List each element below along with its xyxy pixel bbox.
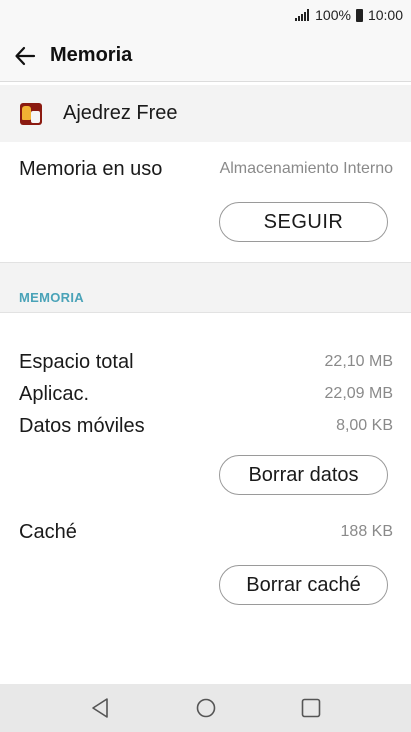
stat-row-app: Aplicac. 22,09 MB <box>19 378 393 410</box>
circle-home-icon <box>196 698 216 718</box>
storage-label: Memoria en uso <box>19 157 163 180</box>
memory-stats: Espacio total 22,10 MB Aplicac. 22,09 MB… <box>19 346 393 442</box>
app-name: Ajedrez Free <box>63 102 178 124</box>
clear-data-button[interactable]: Borrar datos <box>219 455 388 495</box>
stat-label: Aplicac. <box>19 382 90 405</box>
stat-label: Datos móviles <box>19 414 145 437</box>
stat-label: Espacio total <box>19 350 134 373</box>
storage-value: Almacenamiento Interno <box>219 160 393 177</box>
cache-value: 188 KB <box>340 523 393 540</box>
battery-icon <box>355 8 363 22</box>
section-header: MEMORIA <box>0 262 411 313</box>
clear-cache-button[interactable]: Borrar caché <box>219 565 388 605</box>
navigation-bar <box>0 684 411 732</box>
chess-app-icon <box>20 102 42 125</box>
clock: 10:00 <box>367 7 403 23</box>
cache-label: Caché <box>19 520 77 543</box>
section-title: MEMORIA <box>19 290 84 305</box>
app-header-row: Ajedrez Free <box>0 85 411 142</box>
stat-row-data: Datos móviles 8,00 KB <box>19 410 393 442</box>
stat-row-total: Espacio total 22,10 MB <box>19 346 393 378</box>
signal-bars-icon <box>295 9 310 21</box>
stat-value: 8,00 KB <box>336 417 393 434</box>
app-bar: Memoria <box>0 30 411 82</box>
storage-row: Memoria en uso Almacenamiento Interno <box>19 156 393 182</box>
page-title: Memoria <box>50 44 133 66</box>
back-button[interactable] <box>3 30 47 82</box>
triangle-back-icon <box>92 698 108 718</box>
battery-percent: 100% <box>315 7 351 23</box>
change-storage-button[interactable]: SEGUIR <box>219 202 388 242</box>
stat-value: 22,10 MB <box>324 353 393 370</box>
cache-row: Caché 188 KB <box>19 518 393 546</box>
nav-home-button[interactable] <box>176 684 236 732</box>
nav-recents-button[interactable] <box>281 684 341 732</box>
nav-back-button[interactable] <box>70 684 130 732</box>
stat-value: 22,09 MB <box>324 385 393 402</box>
square-recents-icon <box>301 698 321 718</box>
status-bar: 100% 10:00 <box>0 0 411 30</box>
arrow-left-icon <box>15 46 36 65</box>
